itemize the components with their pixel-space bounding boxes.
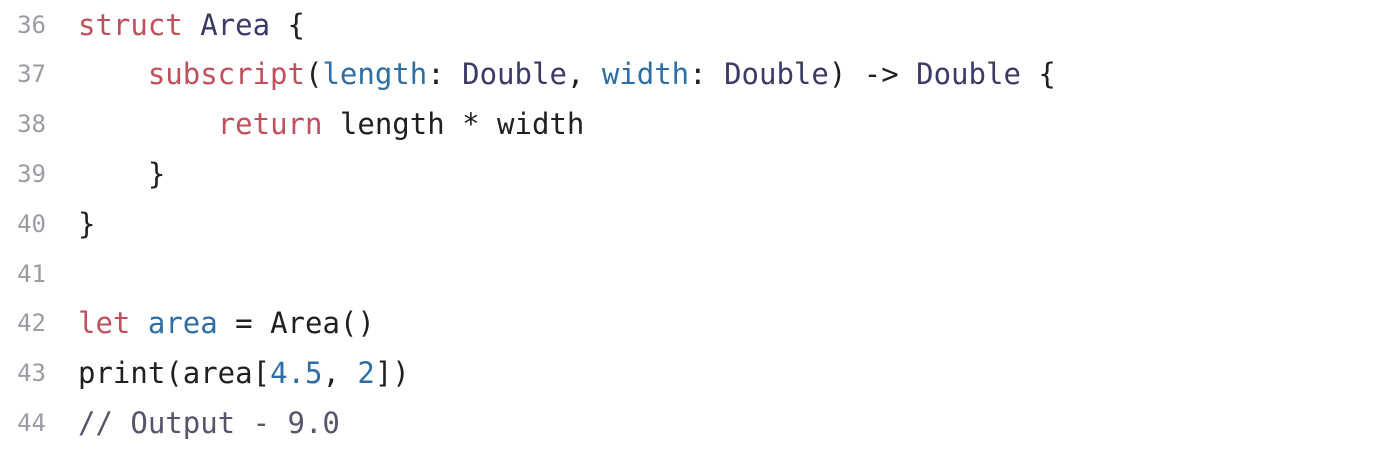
code-token: 4.5: [270, 356, 323, 390]
code-line[interactable]: 41: [0, 249, 1400, 299]
code-line[interactable]: 40}: [0, 199, 1400, 249]
code-text[interactable]: }: [78, 149, 165, 199]
code-text[interactable]: }: [78, 199, 95, 249]
line-number: 40: [17, 210, 46, 238]
code-token: ,: [322, 356, 358, 390]
code-editor[interactable]: 36 struct Area {37 subscript(length: Doub…: [0, 0, 1400, 451]
code-token: {: [1020, 57, 1056, 91]
code-token: }: [78, 157, 166, 191]
code-token: {: [270, 8, 305, 42]
code-token: length * width: [322, 107, 585, 141]
line-number: 42: [17, 309, 46, 337]
code-token: = Area(): [217, 306, 375, 340]
code-line[interactable]: 42 let area = Area(): [0, 298, 1400, 348]
code-token: Double: [724, 57, 829, 91]
code-token: // Output - 9.0: [78, 406, 340, 440]
code-token: length: [322, 57, 428, 91]
code-line[interactable]: 36 struct Area {: [0, 0, 1400, 50]
code-token: ) ->: [828, 57, 917, 91]
code-token: width: [601, 57, 690, 91]
code-token: Double: [462, 57, 567, 91]
code-line[interactable]: 37 subscript(length: Double, width: Doub…: [0, 49, 1400, 99]
code-token: subscript: [147, 57, 305, 91]
line-number: 44: [17, 409, 46, 437]
line-number: 38: [17, 110, 46, 138]
code-line[interactable]: 39 }: [0, 149, 1400, 199]
code-token: }: [78, 207, 96, 241]
code-line[interactable]: 43 print(area[4.5, 2]): [0, 348, 1400, 398]
code-token: 2: [357, 356, 375, 390]
line-number: 36: [17, 11, 46, 39]
code-text[interactable]: struct Area {: [78, 0, 305, 50]
code-token: Double: [916, 57, 1021, 91]
code-token: print(area[: [78, 356, 271, 390]
line-number: 37: [17, 60, 46, 88]
code-token: area: [147, 306, 218, 340]
code-token: (: [304, 57, 323, 91]
code-text[interactable]: return length * width: [78, 99, 585, 149]
code-token: Area: [200, 8, 271, 42]
code-text[interactable]: // Output - 9.0: [78, 398, 340, 448]
code-line[interactable]: 44 // Output - 9.0: [0, 398, 1400, 448]
line-number: 41: [17, 260, 46, 288]
code-text[interactable]: let area = Area(): [78, 298, 375, 348]
code-token: ]): [374, 356, 410, 390]
code-token: :: [689, 57, 725, 91]
code-token: let: [78, 306, 131, 340]
line-number: 39: [17, 160, 46, 188]
code-token: ,: [566, 57, 602, 91]
code-line[interactable]: 38 return length * width: [0, 99, 1400, 149]
line-number: 43: [17, 359, 46, 387]
code-text[interactable]: subscript(length: Double, width: Double)…: [78, 49, 1056, 99]
code-token: :: [427, 57, 463, 91]
code-text[interactable]: print(area[4.5, 2]): [78, 348, 410, 398]
code-token: struct: [78, 8, 183, 42]
code-token: return: [217, 107, 323, 141]
